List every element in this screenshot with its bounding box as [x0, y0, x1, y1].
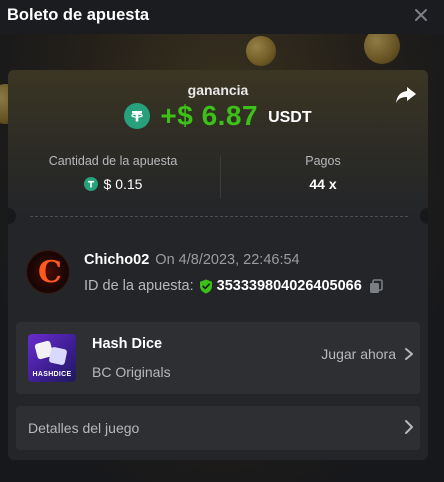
- decorative-coin: [246, 36, 276, 66]
- bet-timestamp: On 4/8/2023, 22:46:54: [155, 252, 300, 268]
- bet-id-value: 353339804026405066: [216, 278, 362, 294]
- tether-icon: [83, 177, 98, 191]
- share-button[interactable]: [394, 84, 418, 106]
- payout-value: 44 x: [309, 176, 337, 192]
- bet-amount-value-row: $ 0.15: [8, 176, 218, 192]
- bet-slip-card: ganancia +$ 6.87 USDT Cantidad de la apu…: [8, 70, 428, 460]
- dice-icon: [48, 346, 68, 366]
- game-name: Hash Dice: [92, 336, 163, 352]
- bet-amount-value: $ 0.15: [103, 176, 143, 192]
- shield-check-icon: [199, 279, 212, 293]
- game-details-button[interactable]: Detalles del juego: [16, 406, 420, 450]
- ticket-notch-right: [420, 208, 428, 224]
- gain-value: +$ 6.87: [160, 100, 259, 131]
- tether-icon: [124, 103, 151, 129]
- payout-stat: Pagos 44 x: [218, 154, 428, 192]
- result-section: ganancia +$ 6.87 USDT Cantidad de la apu…: [8, 70, 428, 218]
- bet-id-label: ID de la apuesta:: [84, 278, 194, 294]
- game-provider: BC Originals: [92, 364, 171, 380]
- modal-title: Boleto de apuesta: [7, 6, 150, 24]
- bet-id-line: ID de la apuesta: 353339804026405066: [84, 278, 383, 294]
- copy-icon[interactable]: [369, 278, 383, 294]
- bet-info-row: C Chicho02 On 4/8/2023, 22:46:54 ID de l…: [24, 250, 424, 300]
- bet-slip-backdrop: ganancia +$ 6.87 USDT Cantidad de la apu…: [0, 34, 444, 482]
- close-icon: [415, 9, 427, 21]
- stats-divider: [220, 156, 221, 198]
- game-thumbnail-label: HASHDICE: [32, 371, 72, 378]
- play-now-button[interactable]: Jugar ahora: [321, 346, 414, 362]
- game-details-label: Detalles del juego: [28, 420, 140, 436]
- gain-label: ganancia: [187, 82, 249, 98]
- decorative-coin: [364, 34, 400, 64]
- user-line: Chicho02 On 4/8/2023, 22:46:54: [84, 252, 300, 268]
- username[interactable]: Chicho02: [84, 252, 149, 268]
- close-button[interactable]: [410, 4, 432, 26]
- chevron-right-icon: [405, 348, 413, 360]
- bet-amount-label: Cantidad de la apuesta: [48, 154, 178, 168]
- modal-header: Boleto de apuesta: [0, 0, 444, 34]
- payout-label: Pagos: [305, 154, 341, 168]
- gain-currency: USDT: [268, 109, 312, 126]
- ticket-dashed-divider: [30, 216, 408, 217]
- bet-stats: Cantidad de la apuesta $ 0.15 Pagos 44 x: [8, 154, 428, 200]
- play-now-label: Jugar ahora: [321, 346, 396, 362]
- gain-row: +$ 6.87 USDT: [8, 100, 428, 132]
- bet-amount-stat: Cantidad de la apuesta $ 0.15: [8, 154, 218, 192]
- avatar[interactable]: C: [26, 250, 70, 294]
- game-panel[interactable]: HASHDICE Hash Dice BC Originals Jugar ah…: [16, 322, 420, 394]
- share-icon: [396, 87, 416, 103]
- chevron-right-icon: [405, 420, 413, 434]
- game-thumbnail: HASHDICE: [28, 334, 76, 382]
- avatar-image: C: [38, 255, 62, 290]
